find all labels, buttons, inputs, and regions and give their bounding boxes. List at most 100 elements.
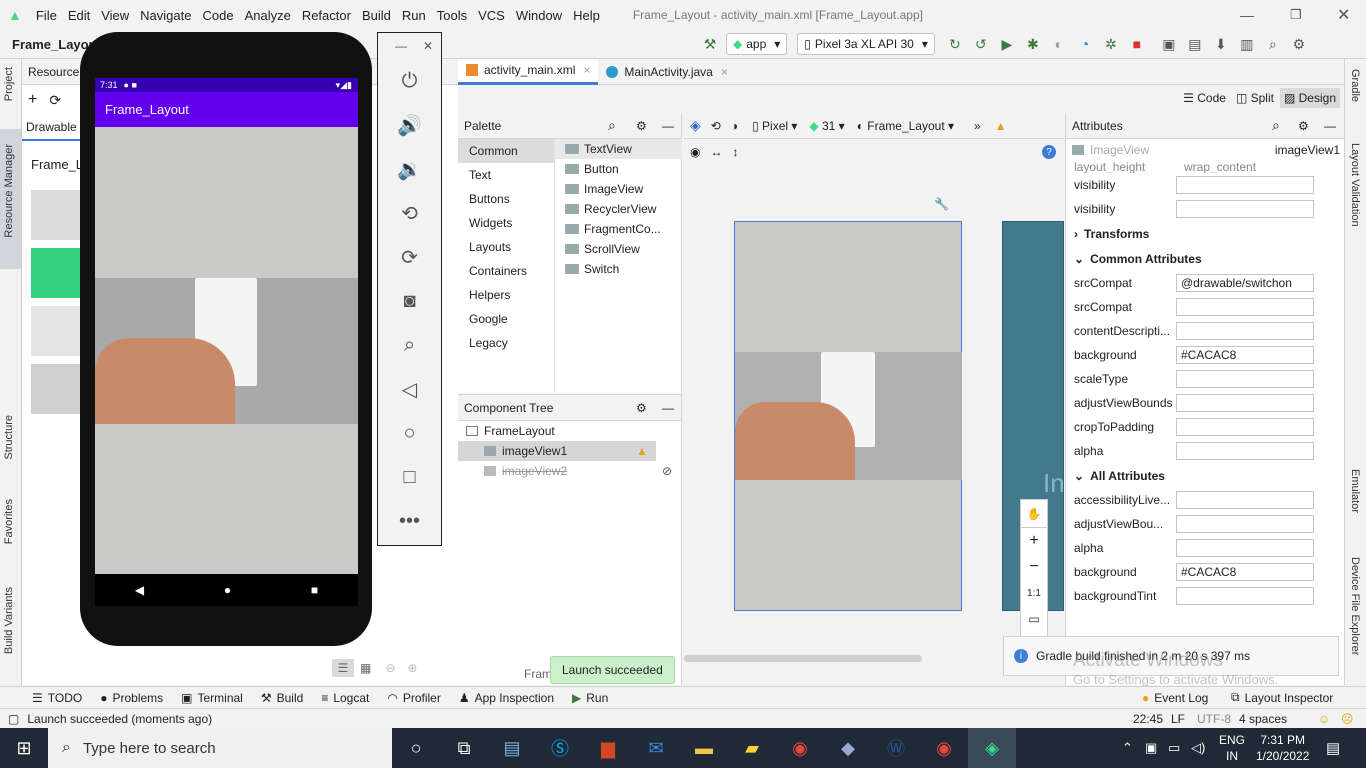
run-config-select[interactable]: ◆ app ▾ [726, 33, 788, 55]
back-nav-icon[interactable]: ◀ [135, 583, 144, 597]
coverage-icon[interactable]: ◐ [1049, 34, 1069, 54]
preview-imageview1[interactable] [735, 352, 962, 480]
menu-code[interactable]: Code [202, 8, 233, 23]
windows-start-icon[interactable]: ⊞ [0, 728, 48, 768]
palette-category[interactable]: Legacy [458, 331, 554, 355]
todo-tool-tab[interactable]: ☰ TODO [32, 691, 82, 705]
problems-tool-tab[interactable]: ● Problems [100, 691, 163, 705]
design-preview[interactable] [734, 221, 962, 611]
layers-icon[interactable]: ◈ [690, 117, 701, 134]
terminal-tool-tab[interactable]: ▣ Terminal [181, 691, 243, 705]
all-attributes-section[interactable]: ⌄ All Attributes [1066, 463, 1344, 488]
mail-icon[interactable]: ✉ [632, 728, 680, 768]
menu-edit[interactable]: Edit [68, 8, 90, 23]
chrome-icon[interactable]: ◉ [776, 728, 824, 768]
vertical-resize-icon[interactable]: ↕ [732, 145, 738, 159]
indent-setting[interactable]: 4 spaces [1239, 712, 1287, 726]
resource-thumb-green[interactable] [31, 248, 81, 298]
tray-volume-icon[interactable]: ◁) [1191, 740, 1205, 756]
design-canvas[interactable]: 🔧 In ✋ + − 1:1 ▭ [684, 163, 1065, 685]
palette-item[interactable]: ScrollView [555, 239, 682, 259]
menu-analyze[interactable]: Analyze [245, 8, 291, 23]
minimize-button[interactable]: — [1240, 7, 1254, 23]
layout-inspector-tool-tab[interactable]: ⧉ Layout Inspector [1231, 690, 1333, 705]
stop-icon[interactable]: ■ [1127, 34, 1147, 54]
build-tool-tab[interactable]: ⚒ Build [261, 691, 303, 705]
resource-thumb-vector[interactable] [31, 306, 81, 356]
structure-tool-tab[interactable]: Structure [3, 415, 15, 460]
grid-view-icon[interactable]: ▦ [360, 661, 371, 675]
visibility-select[interactable] [1176, 176, 1314, 194]
help-icon[interactable]: ? [1042, 145, 1056, 159]
apply-changes-icon[interactable]: ↻ [945, 34, 965, 54]
emu-minimize-icon[interactable]: — [395, 39, 407, 53]
gear-icon[interactable]: ⚙ [636, 401, 647, 415]
palette-item[interactable]: Button [555, 159, 682, 179]
event-log-tool-tab[interactable]: ● Event Log [1142, 691, 1208, 705]
orientation-icon[interactable]: ⟲ [711, 119, 721, 133]
task-view-icon[interactable]: ⧉ [440, 728, 488, 768]
device-file-explorer-tool-tab[interactable]: Device File Explorer [1349, 557, 1361, 655]
close-tab-icon[interactable]: × [583, 63, 590, 77]
tab-drawable[interactable]: Drawable [26, 120, 77, 134]
powerpoint-icon[interactable]: ▆ [584, 728, 632, 768]
volume-up-icon[interactable]: 🔊 [378, 103, 441, 147]
feedback-smile-icon[interactable]: ☺ [1318, 712, 1330, 726]
more-icon[interactable]: » [974, 119, 981, 133]
word-icon[interactable]: Ⓦ [872, 728, 920, 768]
tab-mainactivity-java[interactable]: MainActivity.java × [598, 59, 736, 85]
tab-activity-main[interactable]: activity_main.xml × [458, 58, 599, 85]
attr-value-field[interactable] [1176, 394, 1314, 412]
attr-value-field[interactable] [1176, 587, 1314, 605]
refresh-icon[interactable]: ⟳ [49, 92, 61, 109]
rotate-left-icon[interactable]: ⟲ [378, 191, 441, 235]
file-encoding[interactable]: UTF-8 [1197, 712, 1231, 726]
minimize-panel-icon[interactable]: — [662, 119, 674, 133]
palette-category[interactable]: Helpers [458, 283, 554, 307]
zoom-icon[interactable]: ⌕ [378, 323, 441, 367]
hammer-icon[interactable]: ⚒ [700, 34, 720, 54]
android-studio-icon[interactable]: ◈ [968, 728, 1016, 768]
back-icon[interactable]: ◁ [378, 367, 441, 411]
tray-device-icon[interactable]: ▣ [1145, 740, 1157, 756]
menu-help[interactable]: Help [573, 8, 600, 23]
menu-view[interactable]: View [101, 8, 129, 23]
chrome-icon[interactable]: ◉ [920, 728, 968, 768]
hidden-icon[interactable]: ⊘ [662, 464, 672, 478]
search-everywhere-icon[interactable]: ⌕ [1263, 34, 1283, 54]
profile-icon[interactable]: ◔ [1075, 34, 1095, 54]
resource-thumb-fan[interactable] [31, 190, 81, 240]
profiler-tool-tab[interactable]: ◠ Profiler [387, 691, 441, 705]
palette-item[interactable]: TextView [555, 139, 682, 159]
run-icon[interactable]: ▶ [997, 34, 1017, 54]
attr-value-field[interactable] [1176, 539, 1314, 557]
rotate-right-icon[interactable]: ⟳ [378, 235, 441, 279]
palette-category[interactable]: Google [458, 307, 554, 331]
code-mode-button[interactable]: ☰ Code [1183, 91, 1226, 105]
app-icon[interactable]: ◆ [824, 728, 872, 768]
zoom-fit-icon[interactable]: ▭ [1021, 606, 1047, 632]
cortana-icon[interactable]: ○ [392, 728, 440, 768]
app-icon[interactable]: ▤ [488, 728, 536, 768]
menu-file[interactable]: File [36, 8, 57, 23]
run-tool-tab[interactable]: ▶ Run [572, 691, 608, 705]
sticky-notes-icon[interactable]: ▰ [728, 728, 776, 768]
attr-value-field[interactable] [1176, 491, 1314, 509]
attach-debugger-icon[interactable]: ✲ [1101, 34, 1121, 54]
power-icon[interactable]: ⏻ [378, 59, 441, 103]
volume-down-icon[interactable]: 🔉 [378, 147, 441, 191]
palette-item[interactable]: RecyclerView [555, 199, 682, 219]
zoom-out-icon[interactable]: ⊖ [385, 661, 395, 675]
palette-item[interactable]: ImageView [555, 179, 682, 199]
zoom-actual-size-button[interactable]: 1:1 [1021, 580, 1047, 606]
resource-thumb-switch[interactable] [31, 364, 81, 414]
tree-node-imageview2[interactable]: imageView2 ⊘ [458, 461, 681, 481]
close-window-button[interactable]: ✕ [1337, 5, 1350, 25]
menu-tools[interactable]: Tools [437, 8, 467, 23]
list-view-icon[interactable]: ☰ [332, 659, 354, 677]
wrench-icon[interactable]: 🔧 [934, 197, 949, 211]
device-preview-select[interactable]: ▯ Pixel ▾ [752, 119, 797, 133]
tray-language[interactable]: ENG IN [1219, 732, 1245, 764]
minimize-panel-icon[interactable]: — [1324, 119, 1336, 133]
line-separator[interactable]: LF [1171, 712, 1185, 726]
